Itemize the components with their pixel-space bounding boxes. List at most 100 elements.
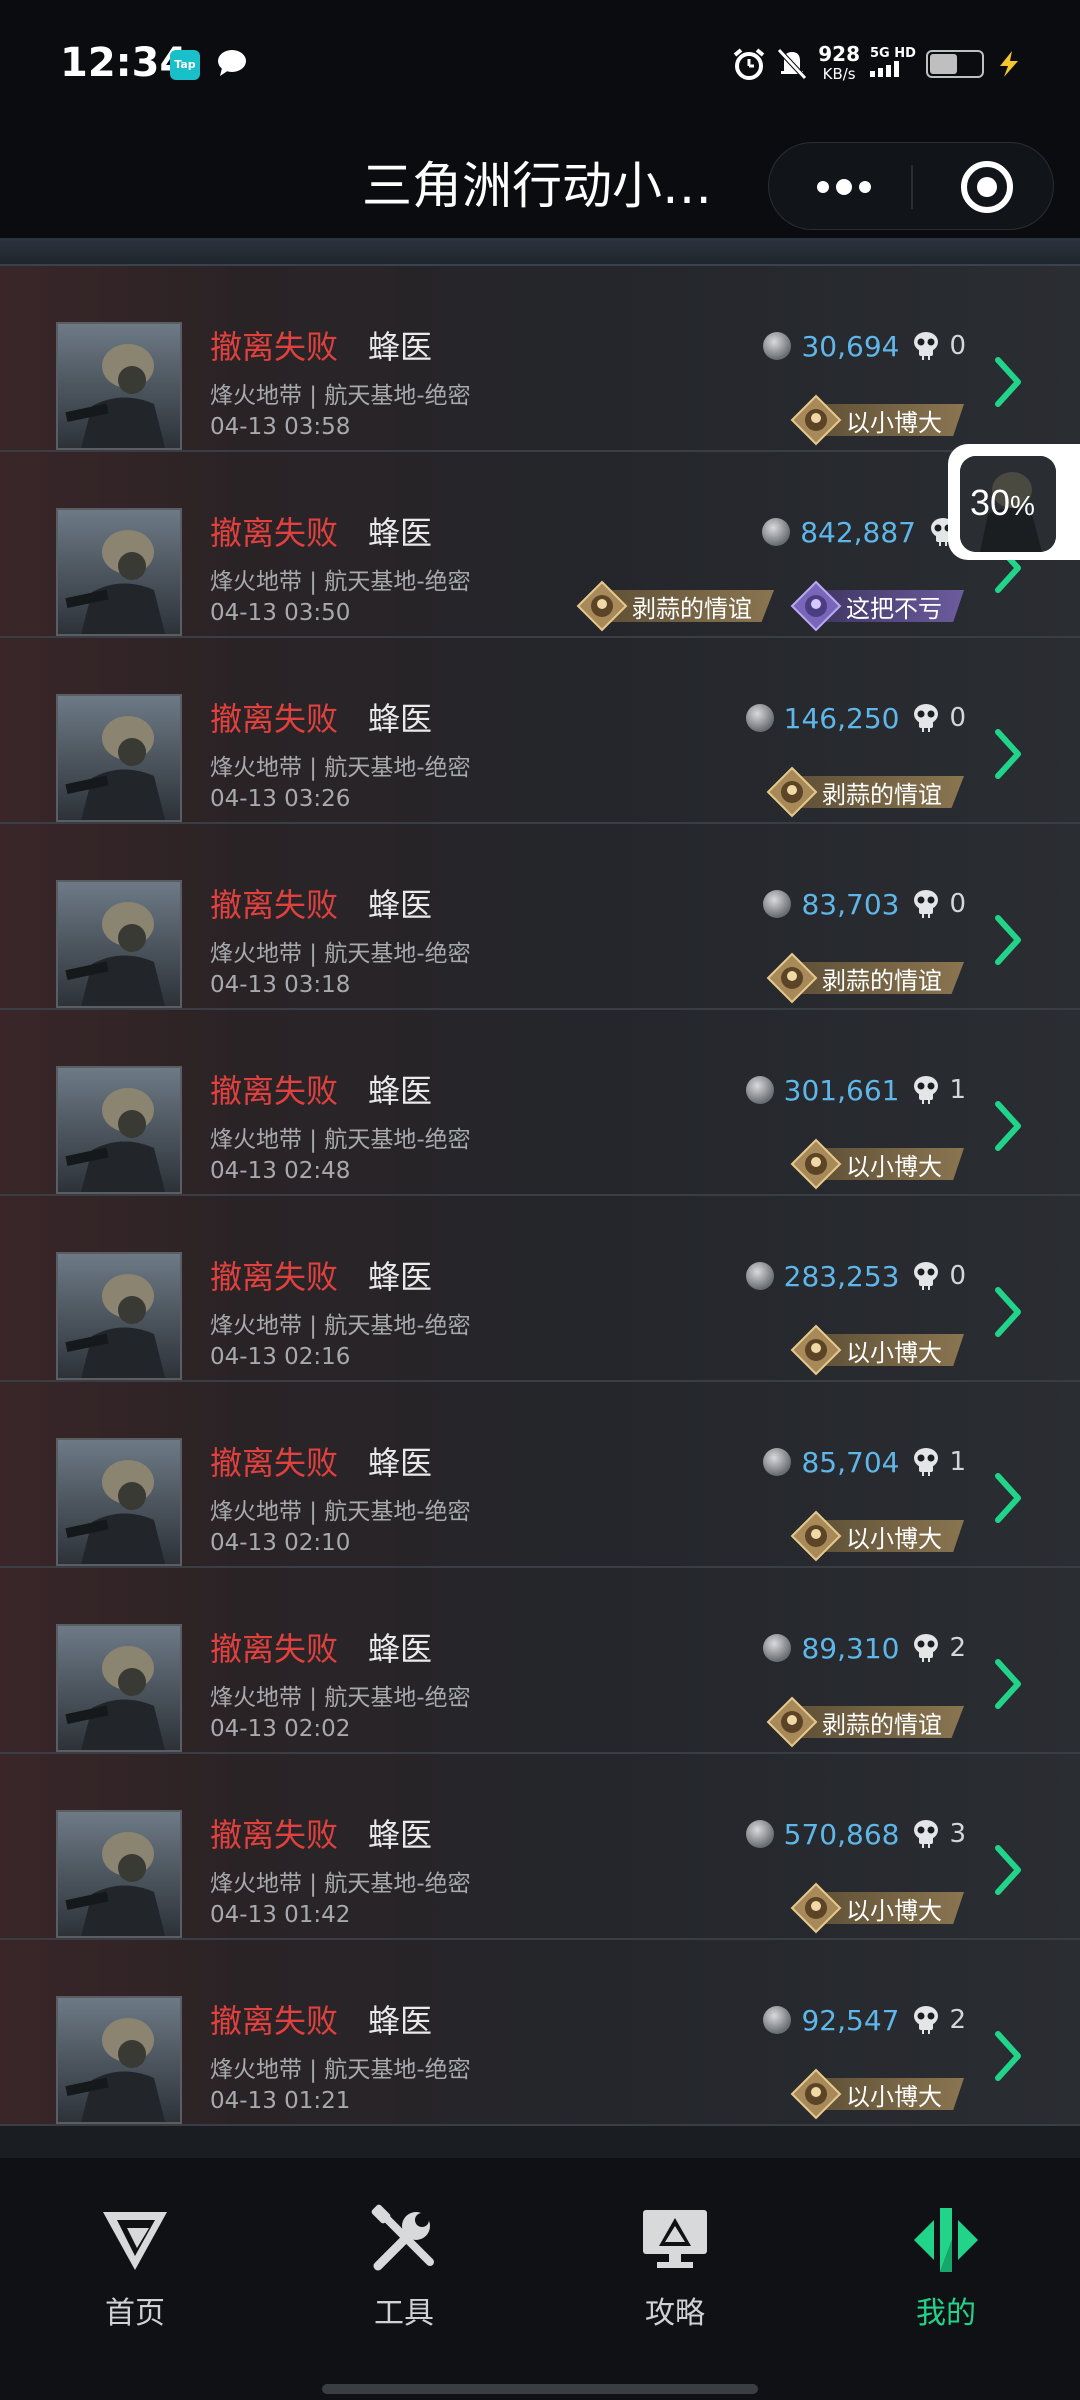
- achievement-badge: 以小博大: [790, 1138, 964, 1190]
- achievement-badge: 剥蒜的情谊: [766, 952, 964, 1004]
- tab-profile[interactable]: 我的: [866, 2204, 1026, 2344]
- coin-icon: [745, 1262, 774, 1290]
- soldier-avatar-icon: [58, 324, 180, 448]
- kill-count: 3: [949, 1819, 966, 1849]
- coin-icon: [763, 332, 792, 360]
- battery-level: [930, 54, 957, 74]
- kill-count: 1: [949, 1075, 966, 1105]
- soldier-avatar-icon: [58, 510, 180, 634]
- record-row[interactable]: 撤离失败 蜂医 烽火地带 | 航天基地-绝密 04-13 03:26 146,2…: [0, 638, 1080, 824]
- gold-crest-badge-icon: [790, 2068, 842, 2120]
- chevron-right-icon[interactable]: [994, 914, 1022, 966]
- map-mode: 烽火地带 | 航天基地-绝密: [210, 1871, 471, 1897]
- badge-label: 以小博大: [846, 1338, 942, 1367]
- match-stats: 146,250 0: [745, 700, 966, 736]
- map-mode: 烽火地带 | 航天基地-绝密: [210, 383, 471, 409]
- record-row[interactable]: 撤离失败 蜂医 烽火地带 | 航天基地-绝密 04-13 02:10 85,70…: [0, 1382, 1080, 1568]
- achievement-badge: 以小博大: [790, 2068, 964, 2120]
- extraction-status: 撤离失败: [210, 1072, 339, 1110]
- operator-avatar: [56, 1996, 182, 2124]
- chevron-right-icon[interactable]: [994, 2030, 1022, 2082]
- kill-count: 0: [949, 1261, 966, 1291]
- mini-program-capsule: [768, 142, 1054, 230]
- floating-progress-widget[interactable]: 30%: [948, 444, 1080, 560]
- achievement-badge: 剥蒜的情谊: [766, 766, 964, 818]
- soldier-avatar-icon: [58, 1812, 180, 1936]
- record-row[interactable]: 撤离失败 蜂医 烽火地带 | 航天基地-绝密 04-13 01:42 570,8…: [0, 1754, 1080, 1940]
- skull-kills-icon: [914, 1634, 939, 1662]
- more-options-icon[interactable]: [809, 167, 879, 207]
- operator-avatar: [56, 1252, 182, 1380]
- badge-label: 剥蒜的情谊: [822, 1710, 942, 1739]
- kill-count: 0: [949, 703, 966, 733]
- chevron-right-icon[interactable]: [994, 1844, 1022, 1896]
- chevron-right-icon[interactable]: [994, 356, 1022, 408]
- floating-progress-unit: %: [1010, 490, 1035, 521]
- operator-role: 蜂医: [368, 1444, 433, 1482]
- badge-label: 这把不亏: [846, 594, 942, 623]
- coin-icon: [745, 1820, 774, 1848]
- match-time: 04-13 03:18: [210, 972, 351, 998]
- tab-home[interactable]: 首页: [55, 2204, 215, 2344]
- record-row[interactable]: 撤离失败 蜂医 烽火地带 | 航天基地-绝密 04-13 02:16 283,2…: [0, 1196, 1080, 1382]
- tab-tools[interactable]: 工具: [324, 2204, 484, 2344]
- kill-count: 2: [949, 2005, 966, 2035]
- operator-role: 蜂医: [368, 2002, 433, 2040]
- record-row[interactable]: 撤离失败 蜂医 烽火地带 | 航天基地-绝密 04-13 02:48 301,6…: [0, 1010, 1080, 1196]
- extraction-status: 撤离失败: [210, 1258, 339, 1296]
- chevron-right-icon[interactable]: [994, 1472, 1022, 1524]
- purple-crest-badge-icon: [790, 580, 842, 632]
- operator-role: 蜂医: [368, 1258, 433, 1296]
- home-indicator[interactable]: [322, 2384, 758, 2394]
- match-time: 04-13 02:10: [210, 1530, 351, 1556]
- map-mode: 烽火地带 | 航天基地-绝密: [210, 1127, 471, 1153]
- tap-app-icon: Tap: [170, 50, 200, 80]
- chevron-right-icon[interactable]: [994, 1658, 1022, 1710]
- match-time: 04-13 03:26: [210, 786, 351, 812]
- guide-monitor-icon: [643, 2210, 707, 2268]
- charging-bolt-icon: [1000, 51, 1018, 77]
- tab-label: 工具: [374, 2296, 434, 2331]
- badge-list: 剥蒜的情谊: [766, 766, 964, 818]
- operator-role: 蜂医: [368, 700, 433, 738]
- operator-avatar: [56, 1066, 182, 1194]
- close-target-icon[interactable]: [959, 159, 1015, 215]
- badge-list: 以小博大: [790, 394, 964, 446]
- match-stats: 83,703 0: [763, 886, 966, 922]
- coin-icon: [763, 1448, 792, 1476]
- soldier-avatar-icon: [58, 1440, 180, 1564]
- gold-crest-badge-icon: [766, 766, 818, 818]
- skull-kills-icon: [914, 1262, 939, 1290]
- chevron-right-icon[interactable]: [994, 1286, 1022, 1338]
- record-row[interactable]: 撤离失败 蜂医 烽火地带 | 航天基地-绝密 04-13 02:02 89,31…: [0, 1568, 1080, 1754]
- chevron-right-icon[interactable]: [994, 1100, 1022, 1152]
- kill-count: 2: [949, 1633, 966, 1663]
- bottom-tab-bar: 首页 工具 攻略 我的: [0, 2158, 1080, 2400]
- match-time: 04-13 03:58: [210, 414, 351, 440]
- coin-icon: [763, 1634, 792, 1662]
- badge-list: 以小博大: [790, 1138, 964, 1190]
- badge-list: 以小博大: [790, 1510, 964, 1562]
- loot-value: 92,547: [801, 2003, 900, 2037]
- operator-avatar: [56, 322, 182, 450]
- record-row[interactable]: 撤离失败 蜂医 烽火地带 | 航天基地-绝密 04-13 01:21 92,54…: [0, 1940, 1080, 2126]
- battery-icon: [926, 50, 984, 78]
- match-record-list[interactable]: 撤离失败 蜂医 烽火地带 | 航天基地-绝密 04-13 03:58 30,69…: [0, 238, 1080, 2158]
- coin-icon: [763, 2006, 792, 2034]
- loot-value: 146,250: [783, 701, 900, 735]
- loot-value: 83,703: [801, 887, 900, 921]
- map-mode: 烽火地带 | 航天基地-绝密: [210, 1499, 471, 1525]
- record-row[interactable]: 撤离失败 蜂医 烽火地带 | 航天基地-绝密 04-13 03:58 30,69…: [0, 266, 1080, 452]
- badge-list: 剥蒜的情谊 这把不亏: [576, 580, 964, 632]
- extraction-status: 撤离失败: [210, 700, 339, 738]
- loot-value: 842,887: [800, 515, 916, 549]
- badge-label: 以小博大: [846, 408, 942, 437]
- skull-kills-icon: [914, 332, 939, 360]
- gold-crest-badge-icon: [790, 1138, 842, 1190]
- tab-guide[interactable]: 攻略: [595, 2204, 755, 2344]
- record-row[interactable]: 撤离失败 蜂医 烽火地带 | 航天基地-绝密 04-13 03:50 842,8…: [0, 452, 1080, 638]
- chevron-right-icon[interactable]: [994, 728, 1022, 780]
- net-speed-unit: KB/s: [822, 65, 856, 83]
- record-row[interactable]: 撤离失败 蜂医 烽火地带 | 航天基地-绝密 04-13 03:18 83,70…: [0, 824, 1080, 1010]
- net-speed: 928 KB/s: [818, 44, 860, 84]
